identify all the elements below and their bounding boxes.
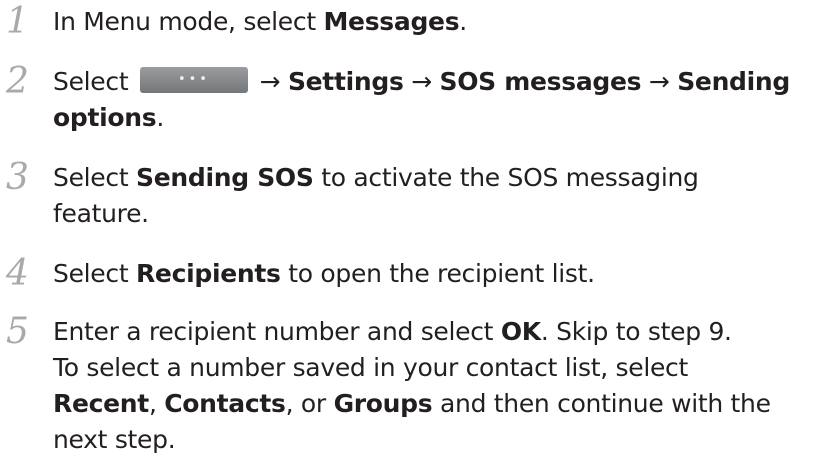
plain-text: →	[251, 67, 288, 96]
plain-text: to activate the SOS messaging	[313, 163, 699, 192]
plain-text: .	[156, 103, 165, 132]
plain-text: .	[459, 7, 467, 36]
step-number: 2	[6, 61, 29, 102]
bold-term: Sending	[677, 67, 791, 96]
plain-text: Select	[53, 163, 136, 192]
step-line: options.	[53, 100, 818, 136]
plain-text: . Skip to step 9.	[540, 317, 732, 346]
step-line: next step.	[53, 422, 818, 458]
step-number: 4	[6, 253, 29, 294]
plain-text: Select	[53, 67, 136, 96]
step-text: Select Sending SOS to activate the SOS m…	[53, 160, 818, 232]
plain-text: , or	[285, 389, 334, 418]
bold-term: Recent	[53, 389, 149, 418]
step-line: Select Sending SOS to activate the SOS m…	[53, 160, 818, 196]
plain-text: and then continue with the	[432, 389, 771, 418]
bold-term: Recipients	[135, 259, 281, 288]
bold-term: SOS messages	[439, 67, 642, 96]
step-line: feature.	[53, 196, 818, 232]
step-text: In Menu mode, select Messages.	[53, 4, 818, 40]
plain-text: feature.	[53, 199, 149, 228]
plain-text: next step.	[53, 425, 176, 454]
plain-text: →	[403, 67, 440, 96]
step-line: To select a number saved in your contact…	[53, 350, 818, 386]
step-text: Enter a recipient number and select OK. …	[53, 314, 818, 458]
step-line: Select Recipients to open the recipient …	[53, 256, 818, 292]
plain-text: Enter a recipient number and select	[53, 317, 501, 346]
step-number: 1	[6, 1, 29, 42]
step-text: Select ••• → Settings → SOS messages → S…	[53, 64, 818, 136]
bold-term: options	[53, 103, 157, 132]
step-line: In Menu mode, select Messages.	[53, 4, 818, 40]
more-options-button-icon: •••	[139, 67, 248, 93]
plain-text: ,	[148, 389, 165, 418]
bold-term: Groups	[333, 389, 433, 418]
plain-text: →	[641, 67, 678, 96]
bold-term: Sending SOS	[135, 163, 314, 192]
step-number: 3	[6, 157, 29, 198]
bold-term: OK	[500, 317, 541, 346]
more-options-dots: •••	[177, 72, 210, 87]
bold-term: Contacts	[164, 389, 286, 418]
bold-term: Settings	[287, 67, 404, 96]
step-line: Recent, Contacts, or Groups and then con…	[53, 386, 818, 422]
bold-term: Messages	[323, 7, 460, 36]
plain-text: To select a number saved in your contact…	[53, 353, 689, 382]
step-line: Enter a recipient number and select OK. …	[53, 314, 818, 350]
step-line: Select ••• → Settings → SOS messages → S…	[53, 64, 818, 100]
step-number: 5	[6, 311, 29, 352]
plain-text: to open the recipient list.	[280, 259, 595, 288]
plain-text: Select	[53, 259, 136, 288]
step-text: Select Recipients to open the recipient …	[53, 256, 818, 292]
plain-text: In Menu mode, select	[53, 7, 324, 36]
